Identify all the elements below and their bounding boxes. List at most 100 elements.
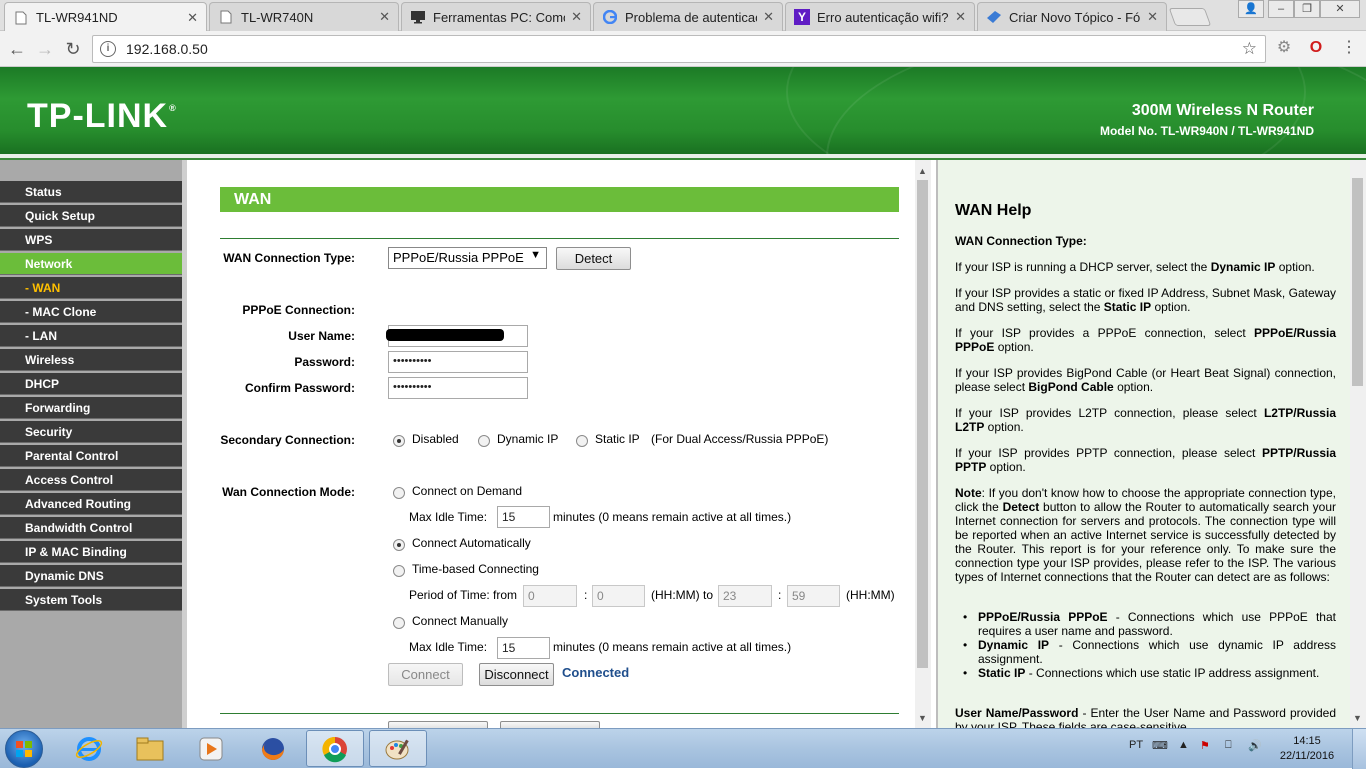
to-hour-field[interactable]: 23	[718, 585, 772, 607]
volume-icon[interactable]: 🔊	[1248, 739, 1262, 752]
close-icon[interactable]: ✕	[187, 10, 198, 26]
help-scrollbar[interactable]: ▼	[1350, 160, 1366, 728]
sidebar-item-advanced-routing[interactable]: Advanced Routing	[0, 493, 182, 515]
clock[interactable]: 14:15 22/11/2016	[1272, 734, 1342, 764]
sidebar-item-forwarding[interactable]: Forwarding	[0, 397, 182, 419]
connect-automatically-label: Connect Automatically	[412, 536, 531, 550]
main-scrollbar[interactable]: ▲ ▼	[915, 160, 931, 728]
network-icon[interactable]: ⎕	[1225, 739, 1232, 752]
sidebar-item-ip-mac-binding[interactable]: IP & MAC Binding	[0, 541, 182, 563]
tab-problema-autenticacao[interactable]: Problema de autenticaçã ✕	[593, 2, 783, 31]
secondary-disabled-radio[interactable]	[393, 435, 405, 447]
section-divider	[220, 238, 899, 239]
extension-icon[interactable]: ⚙	[1273, 37, 1295, 59]
media-player-icon[interactable]	[182, 730, 240, 767]
time-based-radio[interactable]	[393, 565, 405, 577]
user-icon[interactable]: 👤	[1238, 0, 1264, 18]
tab-criar-novo-topico[interactable]: Criar Novo Tópico - Fóru ✕	[977, 2, 1167, 31]
max-idle-note: minutes (0 means remain active at all ti…	[553, 510, 792, 524]
bookmark-star-icon[interactable]: ☆	[1242, 39, 1257, 59]
scrollbar-thumb[interactable]	[917, 180, 928, 668]
to-minute-field[interactable]: 59	[787, 585, 840, 607]
connect-on-demand-radio[interactable]	[393, 487, 405, 499]
help-paragraph: If your ISP provides L2TP connection, pl…	[955, 406, 1336, 434]
connect-manually-radio[interactable]	[393, 617, 405, 629]
windows-start-button[interactable]	[5, 730, 43, 768]
sidebar-item-dhcp[interactable]: DHCP	[0, 373, 182, 395]
sidebar-item-lan[interactable]: - LAN	[0, 325, 182, 347]
secondary-note: (For Dual Access/Russia PPPoE)	[651, 432, 829, 446]
from-minute-field[interactable]: 0	[592, 585, 645, 607]
chrome-icon[interactable]	[306, 730, 364, 767]
detect-button[interactable]: Detect	[556, 247, 631, 270]
back-icon[interactable]: ←	[6, 38, 28, 60]
sidebar-item-wireless[interactable]: Wireless	[0, 349, 182, 371]
sidebar-item-security[interactable]: Security	[0, 421, 182, 443]
max-idle-demand-field[interactable]: 15	[497, 506, 550, 528]
connection-type-select[interactable]: PPPoE/Russia PPPoE ▼	[388, 247, 547, 269]
tab-ferramentas-pc[interactable]: Ferramentas PC: Como li ✕	[401, 2, 591, 31]
scroll-up-icon[interactable]: ▲	[918, 166, 927, 176]
yahoo-icon: Y	[794, 9, 810, 25]
close-icon[interactable]: ✕	[763, 9, 774, 25]
sidebar-item-access-control[interactable]: Access Control	[0, 469, 182, 491]
from-hour-field[interactable]: 0	[523, 585, 577, 607]
language-indicator[interactable]: PT	[1129, 739, 1143, 751]
password-field[interactable]: ••••••••••	[388, 351, 528, 373]
tab-tl-wr941nd[interactable]: TL-WR941ND ✕	[4, 2, 207, 32]
tab-tl-wr740n[interactable]: TL-WR740N ✕	[209, 2, 399, 31]
scroll-down-icon[interactable]: ▼	[918, 713, 927, 723]
sidebar-item-mac-clone[interactable]: - MAC Clone	[0, 301, 182, 323]
secondary-static-ip-radio[interactable]	[576, 435, 588, 447]
sidebar-item-status[interactable]: Status	[0, 181, 182, 203]
show-hidden-icons-icon[interactable]: ▲	[1178, 739, 1189, 751]
help-list-item: • PPPoE/Russia PPPoE - Connections which …	[963, 610, 1336, 638]
forward-icon[interactable]: →	[34, 38, 56, 60]
sidebar-item-network[interactable]: Network	[0, 253, 182, 275]
help-paragraph: If your ISP provides PPTP connection, pl…	[955, 446, 1336, 474]
sidebar-item-bandwidth-control[interactable]: Bandwidth Control	[0, 517, 182, 539]
file-explorer-icon[interactable]	[121, 730, 179, 767]
url-text[interactable]: 192.168.0.50	[126, 41, 208, 57]
tab-erro-autenticacao[interactable]: Y Erro autenticação wifi? | Y ✕	[785, 2, 975, 31]
minimize-button[interactable]: –	[1268, 0, 1294, 18]
new-tab-button[interactable]	[1168, 8, 1212, 26]
close-icon[interactable]: ✕	[571, 9, 582, 25]
sidebar-item-parental-control[interactable]: Parental Control	[0, 445, 182, 467]
max-idle-manual-field[interactable]: 15	[497, 637, 550, 659]
action-center-icon[interactable]: ⚑	[1200, 739, 1210, 752]
help-panel: WAN Help WAN Connection Type: If your IS…	[936, 160, 1350, 728]
info-icon[interactable]: i	[100, 41, 116, 57]
help-paragraph: If your ISP provides BigPond Cable (or H…	[955, 366, 1336, 394]
keyboard-icon[interactable]: ⌨	[1152, 739, 1168, 752]
firefox-icon[interactable]	[244, 730, 302, 767]
sidebar-item-quick-setup[interactable]: Quick Setup	[0, 205, 182, 227]
close-window-button[interactable]: ✕	[1320, 0, 1360, 18]
redaction-mark	[386, 329, 504, 341]
show-desktop-button[interactable]	[1352, 729, 1366, 769]
connect-button[interactable]: Connect	[388, 663, 463, 686]
sidebar-item-wps[interactable]: WPS	[0, 229, 182, 251]
chevron-down-icon: ▼	[530, 249, 541, 261]
menu-dots-icon[interactable]: ⋮	[1338, 37, 1360, 59]
sidebar-item-wan[interactable]: - WAN	[0, 277, 182, 299]
scroll-down-icon[interactable]: ▼	[1353, 713, 1362, 723]
close-icon[interactable]: ✕	[379, 9, 390, 25]
opera-icon[interactable]: O	[1305, 37, 1327, 59]
password-label: Password:	[294, 355, 355, 369]
close-icon[interactable]: ✕	[955, 9, 966, 25]
address-bar[interactable]: i 192.168.0.50 ☆	[92, 35, 1266, 63]
scrollbar-thumb[interactable]	[1352, 178, 1363, 386]
confirm-password-field[interactable]: ••••••••••	[388, 377, 528, 399]
help-note: Note: If you don't know how to choose th…	[955, 486, 1336, 584]
disconnect-button[interactable]: Disconnect	[479, 663, 554, 686]
close-icon[interactable]: ✕	[1147, 9, 1158, 25]
restore-button[interactable]: ❐	[1294, 0, 1320, 18]
reload-icon[interactable]: ↻	[62, 38, 84, 60]
paint-icon[interactable]	[369, 730, 427, 767]
sidebar-item-dynamic-dns[interactable]: Dynamic DNS	[0, 565, 182, 587]
connect-automatically-radio[interactable]	[393, 539, 405, 551]
secondary-dynamic-ip-radio[interactable]	[478, 435, 490, 447]
internet-explorer-icon[interactable]	[60, 730, 118, 767]
sidebar-item-system-tools[interactable]: System Tools	[0, 589, 182, 611]
